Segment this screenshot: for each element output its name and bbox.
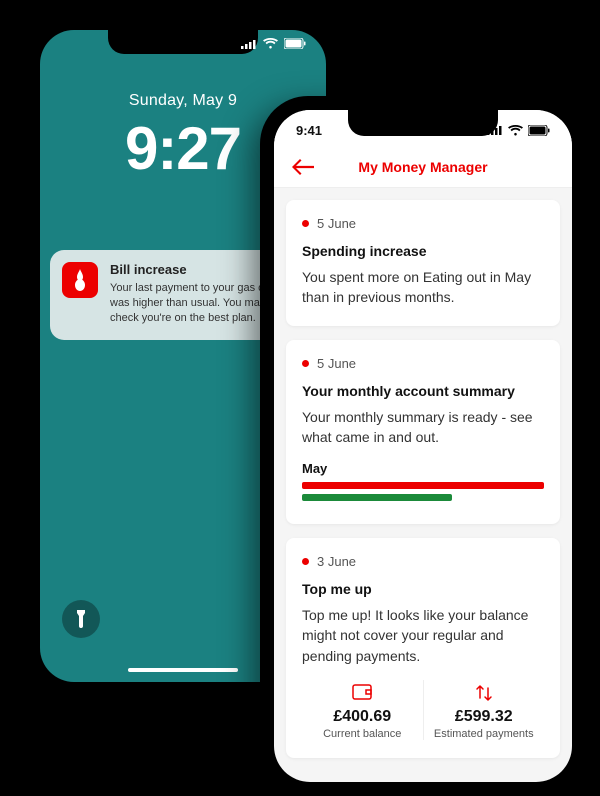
santander-flame-icon <box>62 262 98 298</box>
current-balance-col: £400.69 Current balance <box>302 680 424 740</box>
card-body: Your monthly summary is ready - see what… <box>302 407 544 448</box>
card-title: Your monthly account summary <box>302 383 544 399</box>
card-body: You spent more on Eating out in May than… <box>302 267 544 308</box>
status-bar <box>241 38 306 49</box>
balance-summary: £400.69 Current balance £599.32 Estimate… <box>302 680 544 740</box>
signal-icon <box>241 39 257 49</box>
card-date-text: 5 June <box>317 356 356 371</box>
insights-feed[interactable]: 5 June Spending increase You spent more … <box>274 188 572 782</box>
transfer-icon <box>430 684 539 702</box>
home-indicator[interactable] <box>128 668 238 672</box>
unread-dot-icon <box>302 360 309 367</box>
estimated-payments-col: £599.32 Estimated payments <box>424 680 545 740</box>
card-date-text: 5 June <box>317 216 356 231</box>
back-button[interactable] <box>292 159 314 175</box>
card-body: Top me up! It looks like your balance mi… <box>302 605 544 666</box>
estimate-caption: Estimated payments <box>430 728 539 740</box>
insight-card[interactable]: 3 June Top me up Top me up! It looks lik… <box>286 538 560 758</box>
wifi-icon <box>508 125 523 136</box>
wallet-icon <box>308 684 417 702</box>
insight-card[interactable]: 5 June Your monthly account summary Your… <box>286 340 560 525</box>
card-date: 5 June <box>302 216 544 231</box>
card-date: 5 June <box>302 356 544 371</box>
summary-bar-in <box>302 494 452 501</box>
summary-bar-out <box>302 482 544 489</box>
phone-app: 9:41 My Money Manager 5 June Spending in… <box>260 96 586 796</box>
arrow-left-icon <box>292 159 314 175</box>
card-title: Spending increase <box>302 243 544 259</box>
balance-amount: £400.69 <box>308 708 417 726</box>
insight-card[interactable]: 5 June Spending increase You spent more … <box>286 200 560 326</box>
battery-icon <box>528 125 550 136</box>
flashlight-icon <box>74 610 88 628</box>
balance-caption: Current balance <box>308 728 417 740</box>
page-title: My Money Manager <box>358 159 487 175</box>
battery-icon <box>284 38 306 49</box>
notch <box>348 110 498 136</box>
card-title: Top me up <box>302 581 544 597</box>
status-time: 9:41 <box>296 123 322 138</box>
flashlight-button[interactable] <box>62 600 100 638</box>
notch <box>108 30 258 54</box>
card-date: 3 June <box>302 554 544 569</box>
wifi-icon <box>263 38 278 49</box>
card-date-text: 3 June <box>317 554 356 569</box>
estimate-amount: £599.32 <box>430 708 539 726</box>
summary-month-label: May <box>302 461 544 476</box>
unread-dot-icon <box>302 220 309 227</box>
unread-dot-icon <box>302 558 309 565</box>
